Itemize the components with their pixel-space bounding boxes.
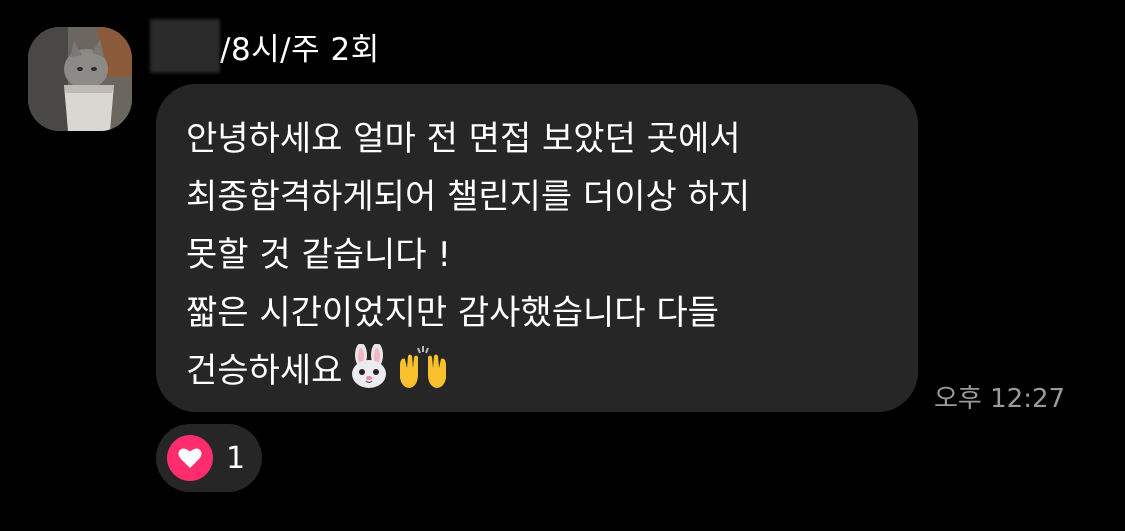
message-text: 안녕하세요 얼마 전 면접 보았던 곳에서 최종합격하게되어 챌린지를 더이상 …	[186, 119, 751, 391]
message-bubble[interactable]: 안녕하세요 얼마 전 면접 보았던 곳에서 최종합격하게되어 챌린지를 더이상 …	[156, 84, 918, 412]
chat-screen: /8시/주 2회 안녕하세요 얼마 전 면접 보았던 곳에서 최종합격하게되어 …	[0, 0, 1125, 531]
reaction-count: 1	[226, 440, 246, 476]
message-timestamp: 오후 12:27	[934, 384, 1066, 414]
sender-name-redacted	[150, 19, 220, 73]
cat-in-box-photo-icon	[28, 27, 132, 131]
heart-reaction-badge	[167, 435, 213, 481]
sender-avatar[interactable]	[28, 27, 132, 131]
rabbit-face-emoji	[346, 343, 392, 394]
reaction-pill[interactable]: 1	[156, 424, 262, 492]
sender-header: /8시/주 2회	[150, 18, 380, 74]
sender-name-suffix[interactable]: /8시/주 2회	[220, 24, 380, 69]
heart-icon	[178, 448, 202, 468]
raising-hands-emoji	[396, 344, 450, 394]
